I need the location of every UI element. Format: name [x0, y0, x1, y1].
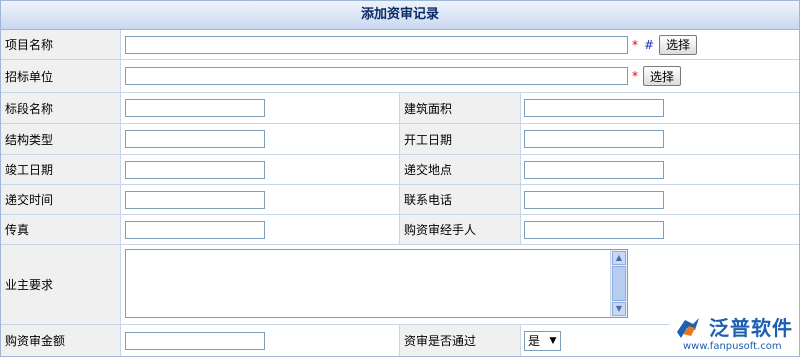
- divider: [520, 325, 521, 356]
- fax-input[interactable]: [125, 220, 265, 239]
- submit-time-input[interactable]: [125, 190, 265, 209]
- review-passed-value: 是: [528, 334, 541, 348]
- handler-input[interactable]: [524, 220, 664, 239]
- hash-mark: #: [644, 37, 655, 52]
- row-submit-time-phone: 递交时间 联系电话: [1, 185, 799, 215]
- project-name-label: 项目名称: [1, 30, 120, 59]
- divider: [120, 60, 121, 92]
- form-title: 添加资审记录: [1, 1, 799, 30]
- review-passed-label: 资审是否通过: [400, 325, 520, 356]
- structure-type-label: 结构类型: [1, 124, 120, 154]
- scroll-thumb[interactable]: [612, 266, 626, 301]
- divider: [520, 185, 521, 214]
- submit-location-input[interactable]: [524, 160, 664, 179]
- section-name-input[interactable]: [125, 99, 265, 117]
- scroll-up-icon[interactable]: ▲: [612, 251, 626, 265]
- contact-phone-input[interactable]: [524, 190, 664, 209]
- completion-date-label: 竣工日期: [1, 155, 120, 184]
- row-project-name: 项目名称 * # 选择: [1, 30, 799, 60]
- textarea-scrollbar[interactable]: ▲ ▼: [610, 250, 627, 317]
- contact-phone-label: 联系电话: [400, 185, 520, 214]
- tender-unit-input[interactable]: [125, 67, 628, 85]
- form-panel: 添加资审记录 项目名称 * # 选择 招标单位 * 选择 标段名称 建筑面积 结…: [0, 0, 800, 357]
- brand-name: 泛普软件: [709, 316, 793, 340]
- divider: [120, 245, 121, 324]
- divider: [120, 185, 121, 214]
- review-passed-select[interactable]: 是 ▼: [524, 330, 562, 351]
- divider: [520, 93, 521, 123]
- divider: [120, 30, 121, 59]
- start-date-input[interactable]: [524, 130, 664, 148]
- owner-requirement-textarea[interactable]: ▲ ▼: [125, 249, 628, 318]
- divider: [120, 124, 121, 154]
- select-project-button[interactable]: 选择: [659, 34, 698, 55]
- owner-requirement-label: 业主要求: [1, 245, 120, 324]
- required-mark: *: [632, 37, 638, 52]
- divider: [120, 325, 121, 356]
- handler-label: 购资审经手人: [400, 215, 520, 244]
- submit-time-label: 递交时间: [1, 185, 120, 214]
- start-date-label: 开工日期: [400, 124, 520, 154]
- divider: [520, 155, 521, 184]
- row-structure-start: 结构类型 开工日期: [1, 124, 799, 155]
- divider: [120, 93, 121, 123]
- brand-watermark: 泛普软件 www.fanpusoft.com: [669, 312, 799, 356]
- divider: [120, 215, 121, 244]
- purchase-amount-label: 购资审金额: [1, 325, 120, 356]
- completion-date-input[interactable]: [125, 160, 265, 179]
- building-area-input[interactable]: [524, 99, 664, 117]
- row-completion-location: 竣工日期 递交地点: [1, 155, 799, 185]
- row-tender-unit: 招标单位 * 选择: [1, 60, 799, 93]
- scroll-down-icon[interactable]: ▼: [612, 302, 626, 316]
- brand-url: www.fanpusoft.com: [683, 341, 782, 352]
- divider: [120, 155, 121, 184]
- project-name-input[interactable]: [125, 35, 628, 54]
- row-section-area: 标段名称 建筑面积: [1, 93, 799, 124]
- tender-unit-label: 招标单位: [1, 60, 120, 92]
- section-name-label: 标段名称: [1, 93, 120, 123]
- building-area-label: 建筑面积: [400, 93, 520, 123]
- chevron-down-icon[interactable]: ▼: [546, 336, 560, 346]
- brand-logo-icon: [677, 318, 699, 338]
- submit-location-label: 递交地点: [400, 155, 520, 184]
- select-tender-unit-button[interactable]: 选择: [643, 66, 682, 86]
- purchase-amount-input[interactable]: [125, 331, 265, 350]
- divider: [520, 124, 521, 154]
- row-fax-handler: 传真 购资审经手人: [1, 215, 799, 245]
- required-mark: *: [632, 69, 638, 83]
- structure-type-input[interactable]: [125, 130, 265, 148]
- divider: [520, 215, 521, 244]
- fax-label: 传真: [1, 215, 120, 244]
